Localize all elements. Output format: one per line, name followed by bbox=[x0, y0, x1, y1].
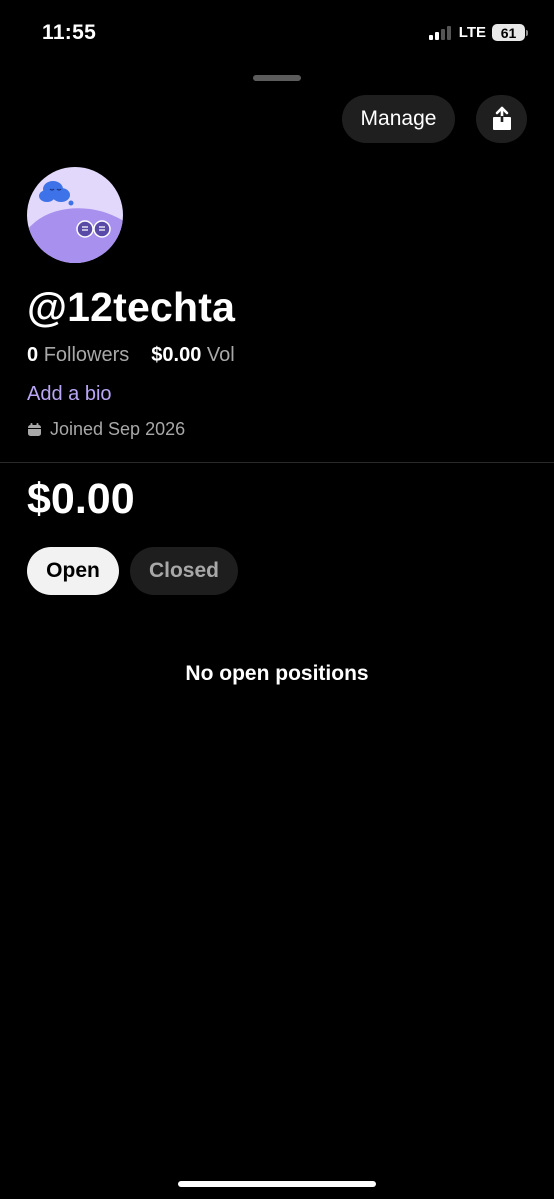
followers-count: 0 bbox=[27, 344, 39, 366]
joined-date: Joined Sep 2026 bbox=[27, 419, 185, 440]
manage-button[interactable]: Manage bbox=[342, 95, 455, 143]
status-bar: 11:55 LTE 61 bbox=[0, 0, 554, 66]
battery-level: 61 bbox=[492, 24, 525, 41]
sheet-grabber[interactable] bbox=[253, 75, 301, 81]
status-indicators: LTE 61 bbox=[428, 24, 528, 41]
tab-open[interactable]: Open bbox=[27, 547, 119, 595]
status-time: 11:55 bbox=[42, 21, 97, 44]
share-icon bbox=[492, 106, 511, 130]
signal-icon bbox=[428, 25, 451, 40]
followers-stat[interactable]: 0 Followers bbox=[27, 344, 129, 367]
volume-label: Vol bbox=[206, 344, 235, 366]
tab-closed[interactable]: Closed bbox=[130, 547, 238, 595]
joined-text: Joined Sep 2026 bbox=[50, 419, 186, 439]
share-button[interactable] bbox=[476, 95, 527, 143]
portfolio-balance: $0.00 bbox=[27, 475, 135, 523]
section-divider bbox=[0, 462, 554, 463]
home-indicator[interactable] bbox=[178, 1181, 376, 1187]
avatar-illustration bbox=[27, 167, 123, 263]
profile-stats: 0 Followers $0.00 Vol bbox=[27, 344, 235, 367]
volume-stat: $0.00 Vol bbox=[151, 344, 234, 367]
volume-value: $0.00 bbox=[151, 344, 202, 366]
avatar[interactable] bbox=[27, 167, 123, 263]
profile-username: @12techta bbox=[27, 284, 236, 330]
followers-label: Followers bbox=[43, 344, 130, 366]
calendar-icon bbox=[28, 423, 41, 436]
battery-icon: 61 bbox=[492, 24, 528, 41]
network-label: LTE bbox=[458, 24, 486, 41]
empty-positions-message: No open positions bbox=[185, 662, 369, 685]
add-bio-link[interactable]: Add a bio bbox=[27, 383, 112, 406]
